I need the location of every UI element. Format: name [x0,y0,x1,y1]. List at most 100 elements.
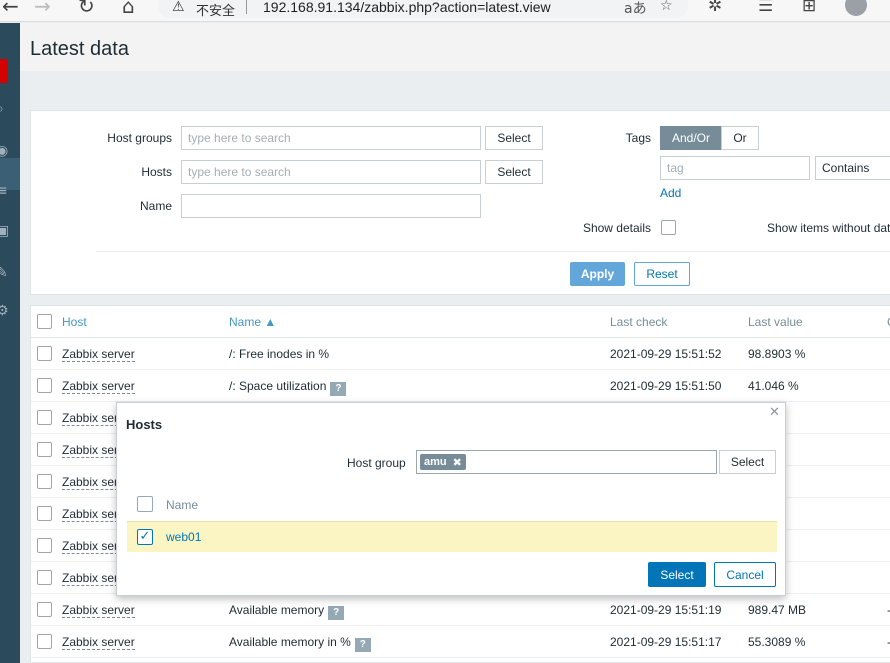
last-check-cell: 2021-09-29 15:51:52 [610,347,722,361]
reports-icon[interactable]: ▣ [0,223,9,239]
row-checkbox[interactable] [37,378,52,393]
back-icon[interactable]: ← [2,0,19,18]
dialog-select-button[interactable]: Select [648,562,706,587]
host-checkbox[interactable]: ✓ [137,529,153,545]
select-all-checkbox[interactable] [37,314,52,329]
row-checkbox[interactable] [37,410,52,425]
add-tag-link[interactable]: Add [660,186,681,200]
url-text[interactable]: 192.168.91.134/zabbix.php?action=latest.… [263,0,551,15]
item-name-text: Available memory in % [229,635,351,649]
item-name: /: Free inodes in % [229,347,329,361]
table-row: Zabbix server /: Space utilization? 2021-0… [31,370,890,402]
remove-chip-icon[interactable]: ✖ [453,456,462,469]
forward-icon[interactable]: → [34,0,51,18]
configuration-icon[interactable]: ✎ [0,265,8,281]
tag-input[interactable] [660,156,810,180]
name-input[interactable] [181,194,481,218]
table-header: Host Name ▲ Last check Last value C [31,306,890,338]
address-bar[interactable]: ⚠ 不安全 192.168.91.134/zabbix.php?action=l… [158,0,688,18]
row-checkbox[interactable] [37,506,52,521]
warning-icon[interactable]: ⚠ [172,0,185,15]
administration-icon[interactable]: ⚙ [0,303,9,319]
host-link[interactable]: Zabbix ser [62,507,119,522]
inventory-icon[interactable]: ≡ [0,183,8,199]
host-link[interactable]: Zabbix server [62,379,135,394]
hosts-dialog: Hosts ✕ Host group amu ✖ Select Name ✓ w… [116,402,786,596]
host-link[interactable]: Zabbix ser [62,411,119,426]
table-row: Zabbix server Available memory in %? 2021-… [31,626,890,658]
dialog-cancel-button[interactable]: Cancel [714,562,776,587]
extensions-icon[interactable]: ✲ [708,0,722,16]
main-sidebar: ⌕ ◉ ≡ ▣ ✎ ⚙ [0,23,20,663]
filter-divider [96,251,890,252]
host-link[interactable]: Zabbix server [62,635,135,650]
tag-operator-select[interactable]: Contains [815,156,890,180]
host-column-header[interactable]: Host [62,315,87,329]
host-link[interactable]: Zabbix ser [62,475,119,490]
help-icon[interactable]: ? [354,638,371,652]
row-checkbox[interactable] [37,538,52,553]
reload-icon[interactable]: ↻ [78,0,95,18]
host-name-link[interactable]: web01 [166,530,201,544]
help-icon[interactable]: ? [328,606,345,620]
row-checkbox[interactable] [37,634,52,649]
row-checkbox[interactable] [37,474,52,489]
select-all-hosts-checkbox[interactable] [137,496,153,512]
home-icon[interactable]: ⌂ [122,0,135,18]
dialog-title: Hosts [126,417,163,432]
last-check-cell: 2021-09-29 15:51:50 [610,379,722,393]
row-checkbox[interactable] [37,602,52,617]
last-value-cell: 98.8903 % [748,347,806,361]
tags-and-or-toggle[interactable]: And/Or [660,126,722,150]
apply-button[interactable]: Apply [570,262,625,286]
hosts-label: Hosts [141,165,172,179]
hosts-input[interactable] [181,160,481,184]
search-icon[interactable]: ⌕ [0,101,4,117]
page-header: Latest data [20,23,890,71]
tags-or-toggle[interactable]: Or [721,126,759,150]
item-name: Available memory in %? [229,635,371,652]
row-checkbox[interactable] [37,346,52,361]
insecure-label: 不安全 [196,3,236,18]
host-link[interactable]: Zabbix server [62,347,135,362]
favorites-icon[interactable]: ☰ [758,0,773,16]
item-name-text: Available memory [229,603,325,617]
row-checkbox[interactable] [37,442,52,457]
name-column-header: Name [166,498,199,512]
profile-avatar[interactable] [845,0,867,16]
table-row: Zabbix server /: Free inodes in % 2021-09-… [31,338,890,370]
host-group-select-button[interactable]: Select [719,450,776,474]
item-name-text: /: Space utilization [229,379,327,393]
host-link[interactable]: Zabbix ser [62,443,119,458]
hosts-select-button[interactable]: Select [485,160,543,184]
host-link[interactable]: Zabbix server [62,603,135,618]
zabbix-logo[interactable] [0,59,8,83]
chip-label: amu [424,456,447,468]
last-value-cell: 41.046 % [748,379,799,393]
host-link[interactable]: Zabbix ser [62,571,119,586]
last-check-cell: 2021-09-29 15:51:17 [610,635,722,649]
reset-button[interactable]: Reset [634,262,690,286]
read-aloud-icon[interactable]: aあ [624,0,647,18]
monitoring-icon[interactable]: ◉ [0,143,8,159]
last-value-column-header: Last value [748,315,803,329]
table-row: Zabbix server Available memory? 2021-09-29… [31,594,890,626]
item-name-text: /: Free inodes in % [229,347,330,361]
help-icon[interactable]: ? [330,382,347,396]
add-favorite-icon[interactable]: ☆ [660,0,673,14]
page-title: Latest data [30,38,129,60]
host-groups-input[interactable] [181,126,481,150]
last-value-cell: 989.47 MB [748,603,807,617]
host-group-multiselect[interactable]: amu ✖ [416,450,717,474]
host-groups-select-button[interactable]: Select [485,126,543,150]
show-details-label: Show details [582,221,651,235]
list-item[interactable]: ✓ web01 [127,521,777,552]
row-checkbox[interactable] [37,570,52,585]
collections-icon[interactable]: ⊞ [802,0,816,16]
close-icon[interactable]: ✕ [769,405,780,420]
show-details-checkbox[interactable] [661,220,676,235]
name-label: Name [139,199,172,213]
host-link[interactable]: Zabbix ser [62,539,119,554]
item-name: Available memory? [229,603,345,620]
name-column-header[interactable]: Name ▲ [229,315,276,329]
